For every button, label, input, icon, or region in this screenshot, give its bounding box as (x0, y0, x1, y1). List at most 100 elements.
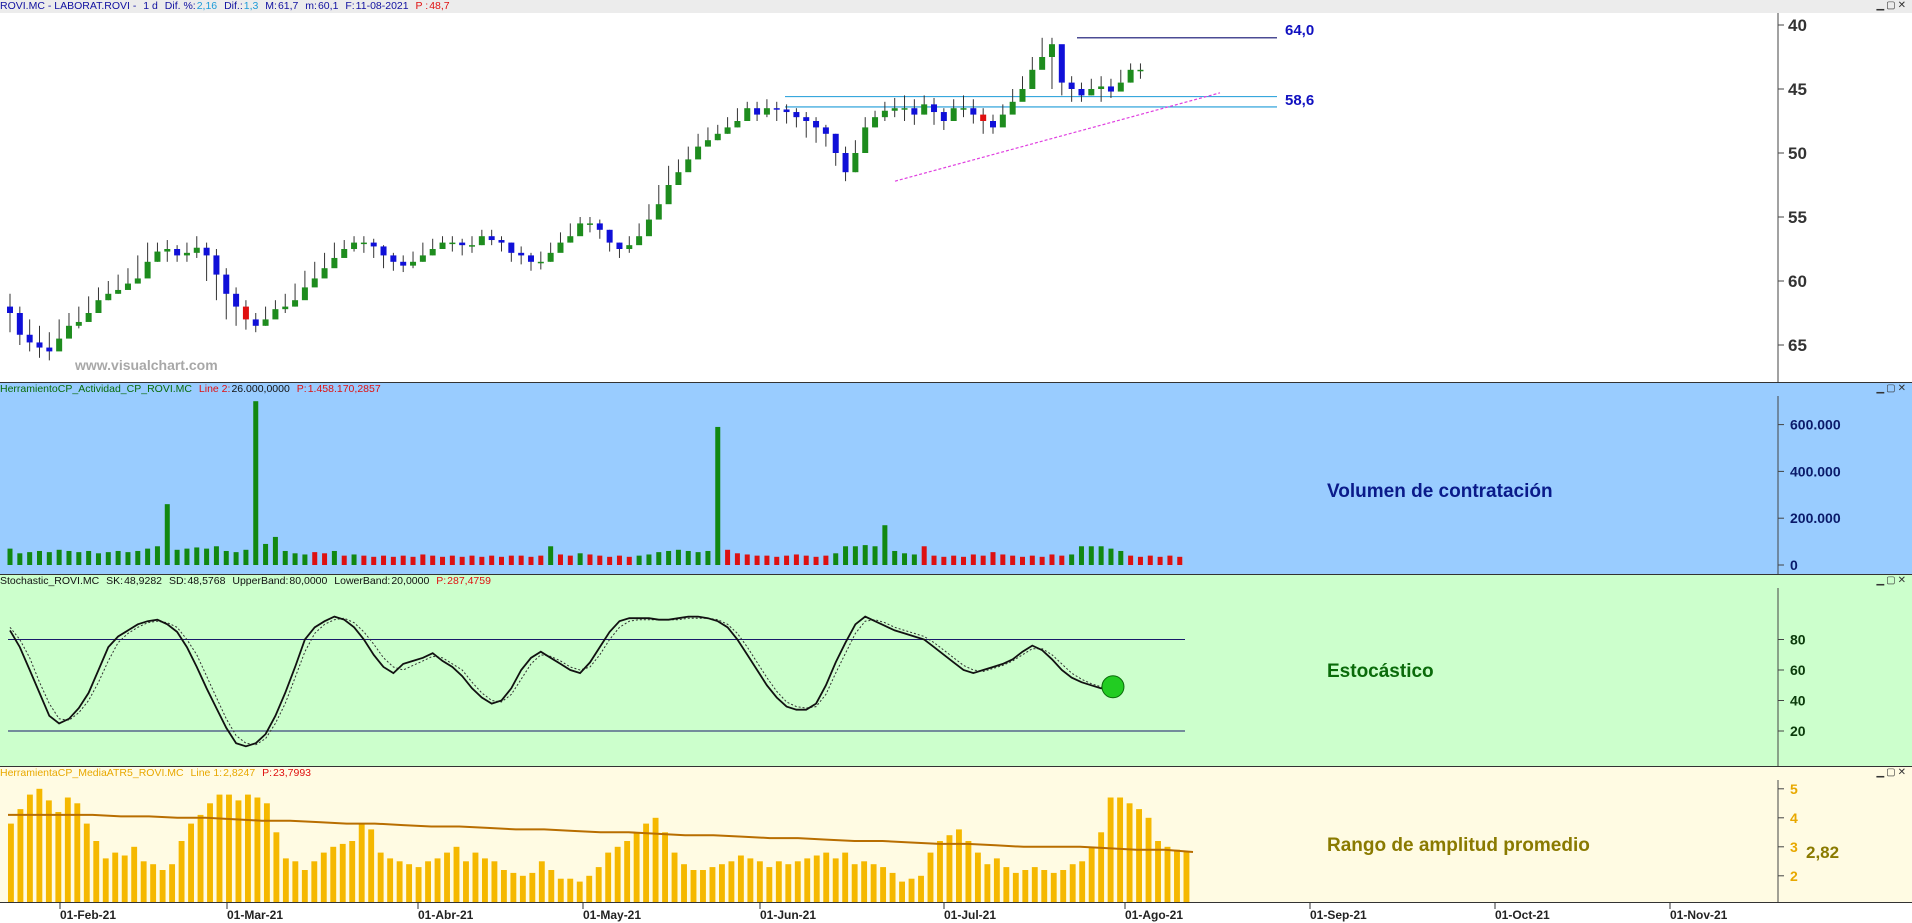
atr-bar (709, 867, 716, 903)
min-value: 60,1 (317, 0, 339, 12)
volume-bar (951, 555, 957, 565)
price-chart[interactable]: 65 60 55 50 45 40 (0, 0, 1912, 382)
candle-body (174, 249, 181, 256)
atr-bar (178, 841, 185, 903)
x-axis: 01-Feb-21 01-Mar-21 01-Abr-21 01-May-21 01-J… (0, 902, 1912, 923)
atr-bar (595, 867, 602, 903)
atr-bar (140, 861, 147, 903)
candle-body (213, 255, 220, 275)
candle-body (1088, 89, 1095, 96)
atr-bar (1031, 867, 1038, 903)
atr-bar (785, 864, 792, 903)
date-label: F: (345, 0, 355, 12)
stochastic-chart[interactable]: 80 60 40 20 (0, 575, 1912, 767)
atr-bar (254, 797, 261, 903)
atr-bar (500, 870, 507, 903)
price-window-controls[interactable]: ▁▢✕ (1876, 0, 1908, 12)
volume-bar (449, 555, 455, 565)
stochastic-window-controls[interactable]: ▁▢✕ (1876, 575, 1908, 587)
maximize-icon[interactable]: ▢ (1886, 575, 1897, 586)
candle-body (1039, 57, 1046, 70)
close-icon[interactable]: ✕ (1898, 575, 1908, 586)
minimize-icon[interactable]: ▁ (1876, 767, 1886, 778)
candle-body (911, 108, 918, 115)
close-icon[interactable]: ✕ (1898, 767, 1908, 778)
atr-bar (557, 878, 564, 903)
atr-bar (1050, 872, 1057, 903)
atr-bar (548, 870, 555, 903)
candle-body (950, 108, 957, 121)
sk-label: SK: (106, 575, 124, 587)
atr-p-label: P: (262, 767, 273, 779)
support-level-label: 58,6 (1285, 92, 1315, 109)
candle-body (370, 242, 377, 247)
sd-value: 48,5768 (187, 575, 226, 587)
volume-bar (302, 554, 308, 565)
atr-bar (131, 846, 138, 903)
volume-bar (204, 548, 210, 565)
atr-bar (984, 864, 991, 903)
volume-bar (793, 554, 799, 565)
atr-bar (690, 870, 697, 903)
atr-bar (482, 858, 488, 903)
minimize-icon[interactable]: ▁ (1876, 575, 1886, 586)
price-pane[interactable]: ROVI.MC - LABORAT.ROVI - 1 d Dif. %:2,16… (0, 0, 1912, 382)
atr-pane[interactable]: HerramientaCP_MediaATR5_ROVI.MC Line 1:2… (0, 766, 1912, 903)
sd-label: SD: (168, 575, 187, 587)
x-tick-label: 01-Jun-21 (760, 908, 816, 922)
volume-pane[interactable]: HerramientoCP_Actividad_CP_ROVI.MC Line … (0, 382, 1912, 575)
volume-bar (518, 555, 524, 565)
candle-body (203, 247, 210, 256)
candle-body (636, 236, 643, 246)
atr-indicator-name: HerramientaCP_MediaATR5_ROVI.MC (0, 767, 184, 779)
volume-pane-header: HerramientoCP_Actividad_CP_ROVI.MC Line … (0, 383, 1912, 396)
close-icon[interactable]: ✕ (1898, 0, 1908, 11)
volume-bar (194, 547, 200, 565)
candle-body (626, 245, 633, 249)
atr-bar (453, 846, 460, 903)
minimize-icon[interactable]: ▁ (1876, 0, 1886, 11)
candle-body (1117, 82, 1124, 92)
maximize-icon[interactable]: ▢ (1886, 0, 1897, 11)
atr-bar (1069, 864, 1076, 903)
atr-tick-label: 3 (1790, 839, 1798, 855)
minimize-icon[interactable]: ▁ (1876, 383, 1886, 394)
close-icon[interactable]: ✕ (1898, 383, 1908, 394)
candle-body (154, 251, 161, 262)
atr-bar (368, 829, 375, 903)
atr-pane-header: HerramientaCP_MediaATR5_ROVI.MC Line 1:2… (0, 767, 1912, 780)
candle-body (537, 261, 544, 264)
volume-bar (371, 556, 377, 565)
maximize-icon[interactable]: ▢ (1886, 767, 1897, 778)
atr-bar (1098, 832, 1105, 903)
atr-bar (700, 870, 706, 903)
atr-bar (519, 875, 526, 903)
atr-bar (567, 878, 574, 903)
volume-bar (764, 555, 770, 565)
candle-body (7, 306, 13, 313)
volume-bar (27, 552, 33, 565)
volume-bar (931, 555, 937, 565)
volume-window-controls[interactable]: ▁▢✕ (1876, 383, 1908, 395)
candle-body (714, 133, 721, 141)
atr-window-controls[interactable]: ▁▢✕ (1876, 767, 1908, 779)
candle-body (586, 223, 593, 225)
volume-chart[interactable]: 600.000 400.000 200.000 0 (0, 383, 1912, 575)
stochastic-pane-header: Stochastic_ROVI.MC SK:48,9282 SD:48,5768… (0, 575, 1912, 588)
volume-bar (823, 555, 829, 565)
atr-bar (965, 841, 972, 903)
atr-bar (823, 852, 830, 903)
stochastic-p-label: P: (436, 575, 447, 587)
candle-body (233, 293, 240, 307)
atr-bar (415, 867, 422, 903)
maximize-icon[interactable]: ▢ (1886, 383, 1897, 394)
symbol-label: ROVI.MC - LABORAT.ROVI - (0, 0, 137, 12)
atr-bar (1079, 861, 1086, 903)
volume-bar (1039, 556, 1045, 565)
dif-value: 1,3 (243, 0, 259, 12)
stochastic-tick-label: 80 (1790, 632, 1806, 648)
atr-bar (74, 803, 81, 903)
atr-chart[interactable]: 5 4 3 2 (0, 767, 1912, 903)
candle-body (645, 219, 652, 237)
stochastic-pane[interactable]: Stochastic_ROVI.MC SK:48,9282 SD:48,5768… (0, 574, 1912, 767)
